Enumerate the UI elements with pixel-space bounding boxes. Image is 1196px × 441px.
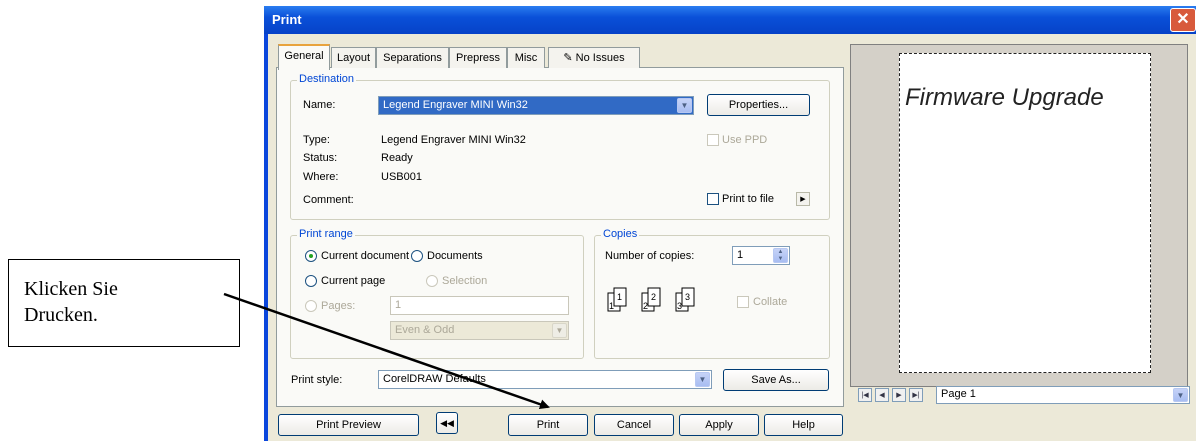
tab-label: General [284,50,324,62]
tab-general[interactable]: General [278,44,330,70]
callout-arrow [223,292,550,410]
